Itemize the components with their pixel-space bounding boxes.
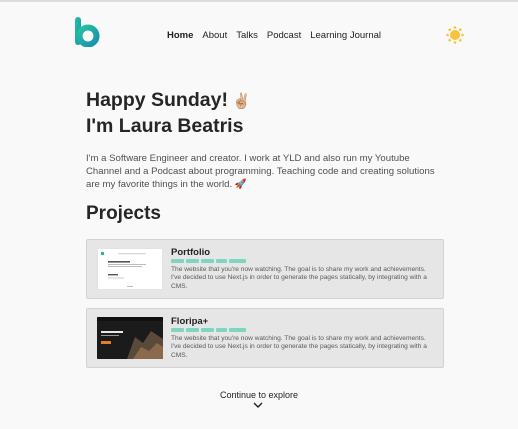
tag [171, 328, 184, 332]
hero-bio: I'm a Software Engineer and creator. I w… [86, 153, 435, 190]
portfolio-preview-icon [101, 252, 146, 287]
tag [186, 259, 199, 263]
project-description: The website that you're now watching. Th… [171, 335, 427, 359]
project-tags [171, 259, 246, 263]
project-name: Portfolio [171, 247, 211, 258]
projects-title: Projects [86, 203, 161, 224]
tag [201, 259, 214, 263]
tag [216, 259, 227, 263]
tag [186, 328, 199, 332]
tag [216, 328, 227, 332]
top-border [0, 0, 518, 2]
sun-icon[interactable] [446, 26, 464, 44]
nav-talks[interactable]: Talks [236, 30, 258, 41]
project-description: The website that you're now watching. Th… [171, 266, 427, 290]
project-name: Floripa+ [171, 316, 209, 327]
tag [171, 259, 184, 263]
nav-home[interactable]: Home [167, 30, 193, 41]
floripa-preview-icon [97, 317, 163, 359]
logo-icon[interactable] [74, 17, 100, 47]
nav-about[interactable]: About [202, 30, 227, 41]
project-thumbnail [97, 248, 163, 290]
nav-learning-journal[interactable]: Learning Journal [310, 30, 381, 41]
tag [201, 328, 214, 332]
main-nav: Home About Talks Podcast Learning Journa… [167, 30, 390, 41]
chevron-down-icon[interactable] [253, 402, 263, 408]
project-thumbnail [97, 317, 163, 359]
project-tags [171, 328, 246, 332]
project-card-portfolio[interactable]: Portfolio The website that you're now wa… [86, 239, 444, 299]
tag [229, 259, 246, 263]
hero-heading: Happy Sunday! ✌🏼 I'm Laura Beatris [86, 88, 446, 138]
tag [229, 328, 246, 332]
hero-section: Happy Sunday! ✌🏼 I'm Laura Beatris I'm a … [86, 88, 446, 191]
continue-link[interactable]: Continue to explore [0, 390, 518, 400]
nav-podcast[interactable]: Podcast [267, 30, 301, 41]
greeting: Happy Sunday! [86, 89, 228, 111]
hero-name: I'm Laura Beatris [86, 115, 244, 137]
victory-hand-icon: ✌🏼 [231, 93, 251, 110]
project-card-floripa[interactable]: Floripa+ The website that you're now wat… [86, 308, 444, 368]
